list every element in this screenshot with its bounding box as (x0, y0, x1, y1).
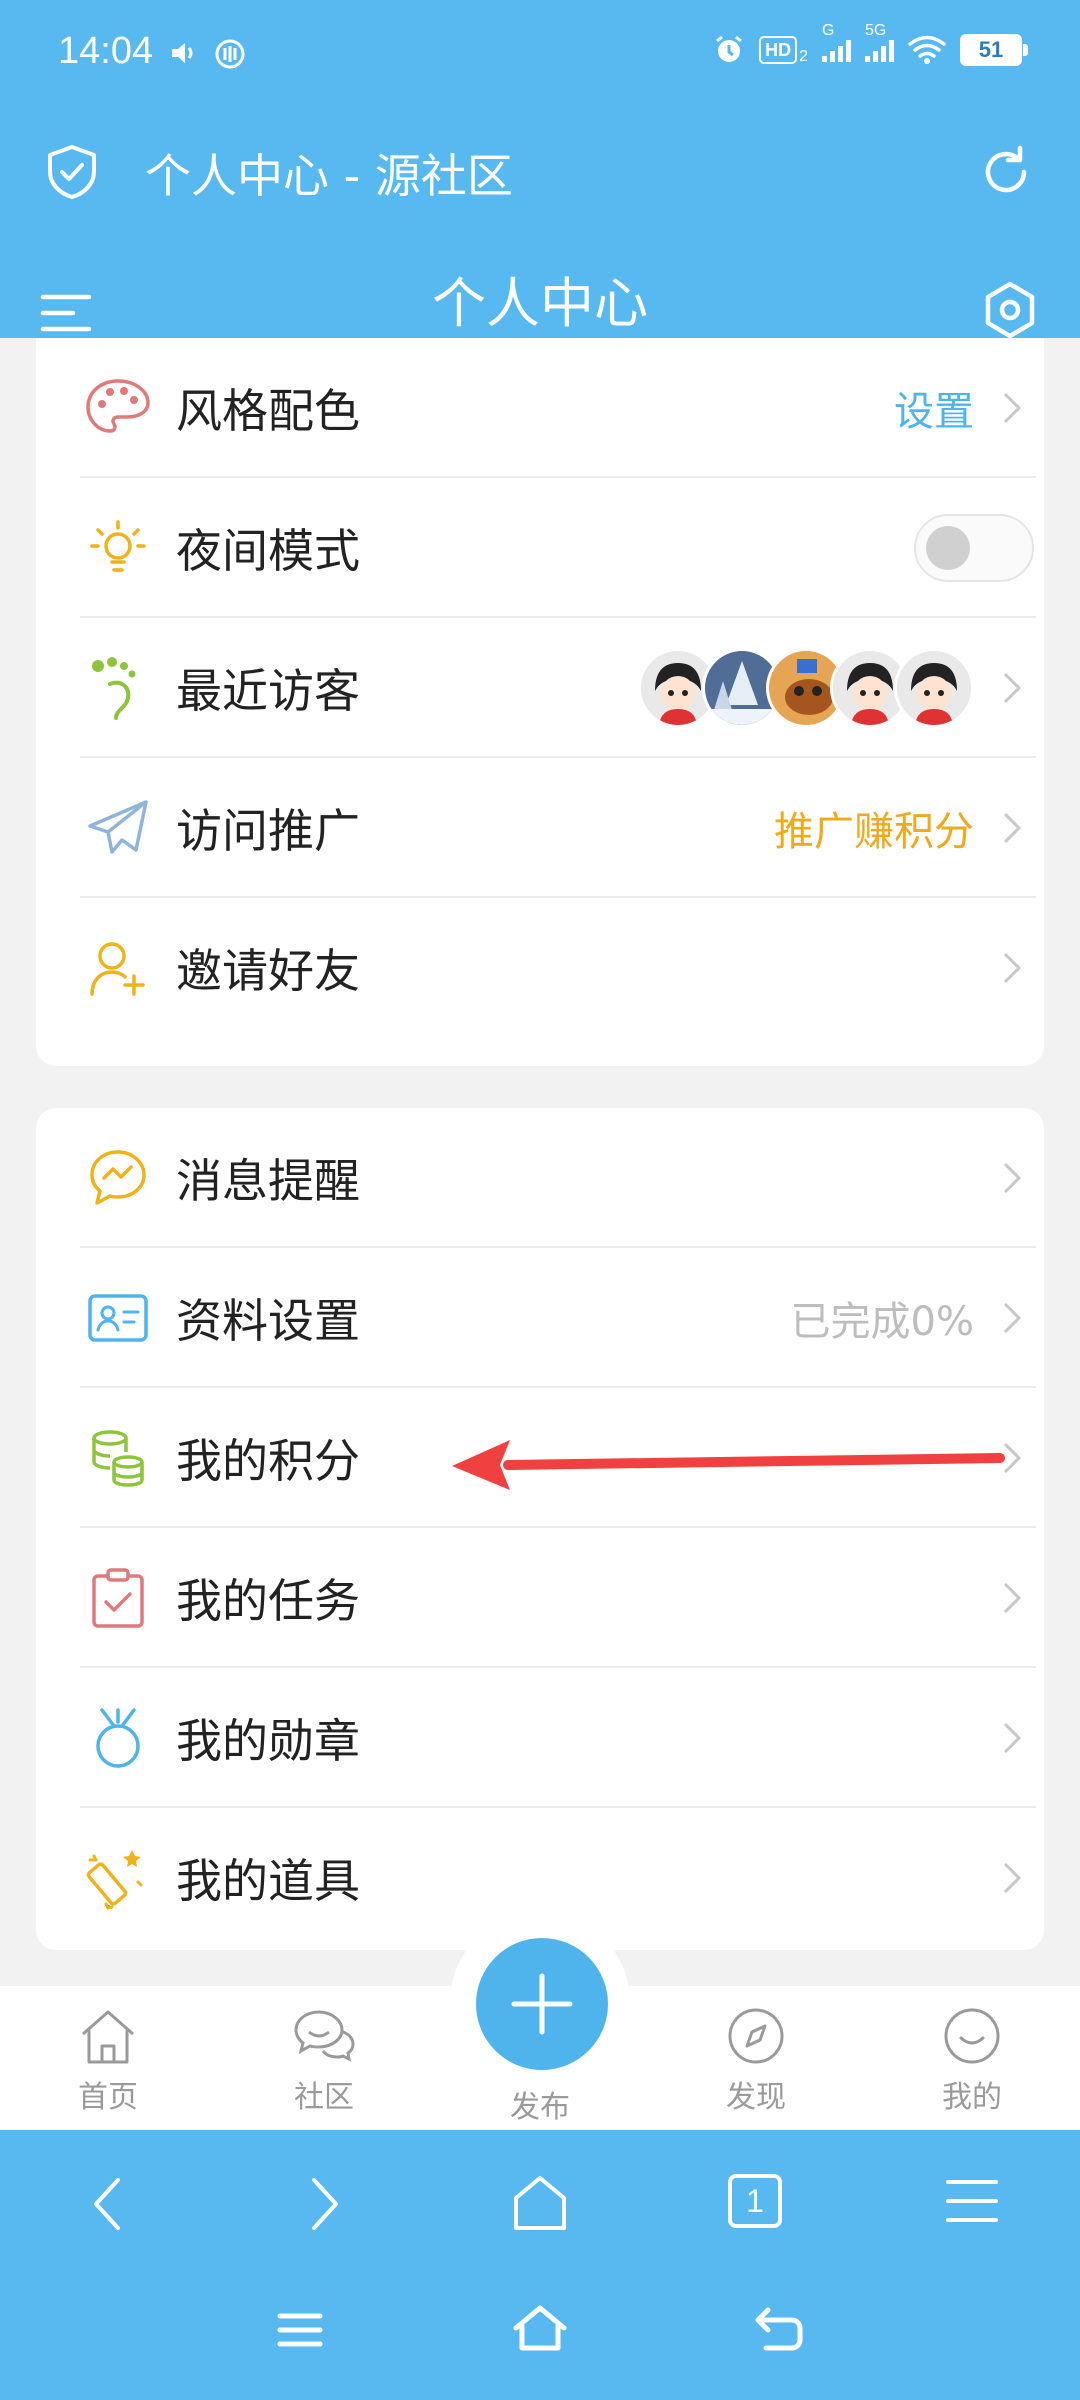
hd-sub: 2 (799, 48, 808, 65)
home-icon[interactable] (510, 2174, 570, 2234)
nav-publish-label: 发布 (510, 2090, 570, 2125)
coins-icon (84, 1424, 152, 1492)
signal-2: 5G (865, 22, 894, 62)
night-mode-toggle[interactable] (914, 514, 1034, 582)
toggle-knob (926, 526, 970, 570)
signal-bars-icon (822, 38, 851, 62)
row-my-tasks[interactable]: 我的任务 (80, 1528, 1036, 1668)
status-bar: 14:04 HD 2 G 5G 51 (0, 0, 1080, 118)
medal-icon (84, 1704, 152, 1772)
chevron-right-icon (1003, 1302, 1022, 1334)
nav-home[interactable]: 首页 (38, 2006, 178, 2116)
row-label: 消息提醒 (176, 1154, 360, 1208)
web-title: 个人中心 - 源社区 (145, 149, 513, 203)
battery-indicator: 51 (960, 34, 1028, 66)
nav-mine-label: 我的 (942, 2080, 1002, 2115)
profile-card-icon (84, 1284, 152, 1352)
row-value: 已完成0% (790, 1299, 974, 1345)
row-label: 访问推广 (176, 804, 360, 858)
back-icon[interactable] (88, 2174, 128, 2234)
signal-bars-icon (865, 38, 894, 62)
chevron-right-icon (1003, 1162, 1022, 1194)
signal-2-label: 5G (865, 22, 887, 39)
visitor-avatars[interactable] (638, 648, 974, 728)
nav-discover-label: 发现 (726, 2080, 786, 2115)
palette-icon (84, 374, 152, 442)
wifi-icon (908, 35, 946, 64)
status-time: 14:04 (58, 30, 154, 72)
nav-community[interactable]: 社区 (254, 2006, 394, 2116)
tabs-counter-button[interactable]: 1 (728, 2174, 782, 2228)
chat-bubbles-icon (294, 2010, 355, 2062)
settings-card-2: 消息提醒 资料设置 已完成0% 我的积分 我的任务 我的勋章 我的道具 (36, 1108, 1044, 1950)
signal-1: G (822, 22, 851, 62)
system-back-icon[interactable] (754, 2306, 804, 2352)
page-title: 个人中心 (432, 272, 648, 335)
row-message-reminder[interactable]: 消息提醒 (80, 1108, 1036, 1248)
row-label: 风格配色 (176, 384, 360, 438)
row-label: 我的勋章 (176, 1714, 360, 1768)
app-header: 个人中心 - 源社区 个人中心 (0, 118, 1080, 340)
row-label: 我的道具 (176, 1854, 360, 1908)
compass-icon (728, 2008, 784, 2064)
paper-plane-icon (84, 794, 152, 862)
system-home-icon[interactable] (510, 2304, 570, 2354)
row-profile-settings[interactable]: 资料设置 已完成0% (80, 1248, 1036, 1388)
row-night-mode: 夜间模式 (80, 478, 1036, 618)
nav-discover[interactable]: 发现 (686, 2006, 826, 2116)
row-style-color[interactable]: 风格配色 设置 (80, 338, 1036, 478)
system-menu-icon[interactable] (276, 2310, 324, 2350)
shield-icon[interactable] (44, 143, 100, 201)
magic-wand-icon (84, 1844, 152, 1912)
settings-hexagon-icon[interactable] (980, 280, 1040, 340)
status-right-icons: HD 2 G 5G 51 (713, 22, 1028, 66)
status-left-icons (168, 38, 246, 70)
nav-home-label: 首页 (78, 2080, 138, 2115)
row-label: 最近访客 (176, 664, 360, 718)
chevron-right-icon (1003, 1862, 1022, 1894)
row-label: 夜间模式 (176, 524, 360, 578)
nfc-icon (215, 39, 245, 69)
row-visit-promotion[interactable]: 访问推广 推广赚积分 (80, 758, 1036, 898)
menu-icon[interactable] (944, 2176, 1000, 2226)
row-label: 我的任务 (176, 1574, 360, 1628)
forward-icon[interactable] (304, 2174, 344, 2234)
row-my-medals[interactable]: 我的勋章 (80, 1668, 1036, 1808)
row-label: 邀请好友 (176, 944, 360, 998)
avatar (894, 648, 974, 728)
hd-badge: HD (759, 36, 798, 64)
alarm-icon (716, 35, 743, 62)
refresh-icon[interactable] (976, 142, 1036, 202)
chevron-right-icon (1003, 672, 1022, 704)
nav-mine[interactable]: 我的 (902, 2006, 1042, 2116)
clipboard-icon (84, 1564, 152, 1632)
volume-icon (172, 43, 193, 63)
signal-1-label: G (822, 22, 835, 39)
row-value: 推广赚积分 (774, 809, 974, 855)
settings-card-1: 风格配色 设置 夜间模式 最近访客 访问推广 推广赚积分 邀请好友 (36, 338, 1044, 1066)
annotation-arrow (452, 1440, 1005, 1490)
footprint-icon (84, 654, 152, 722)
chevron-right-icon (1003, 1722, 1022, 1754)
row-invite-friends[interactable]: 邀请好友 (80, 898, 1036, 1038)
chevron-right-icon (1003, 1582, 1022, 1614)
row-value: 设置 (894, 389, 974, 435)
row-label: 我的积分 (176, 1434, 360, 1488)
publish-button[interactable] (476, 1938, 608, 2070)
chevron-right-icon (1003, 392, 1022, 424)
add-user-icon (84, 934, 152, 1002)
message-icon (84, 1144, 152, 1212)
row-label: 资料设置 (176, 1294, 360, 1348)
lightbulb-icon (84, 514, 152, 582)
smile-face-icon (944, 2008, 1000, 2064)
chevron-right-icon (1003, 812, 1022, 844)
nav-community-label: 社区 (294, 2080, 354, 2115)
chevron-right-icon (1003, 952, 1022, 984)
row-recent-visitors[interactable]: 最近访客 (80, 618, 1036, 758)
plus-icon (511, 1973, 573, 2035)
browser-toolbar: 1 (0, 2130, 1080, 2400)
home-icon (82, 2010, 134, 2064)
